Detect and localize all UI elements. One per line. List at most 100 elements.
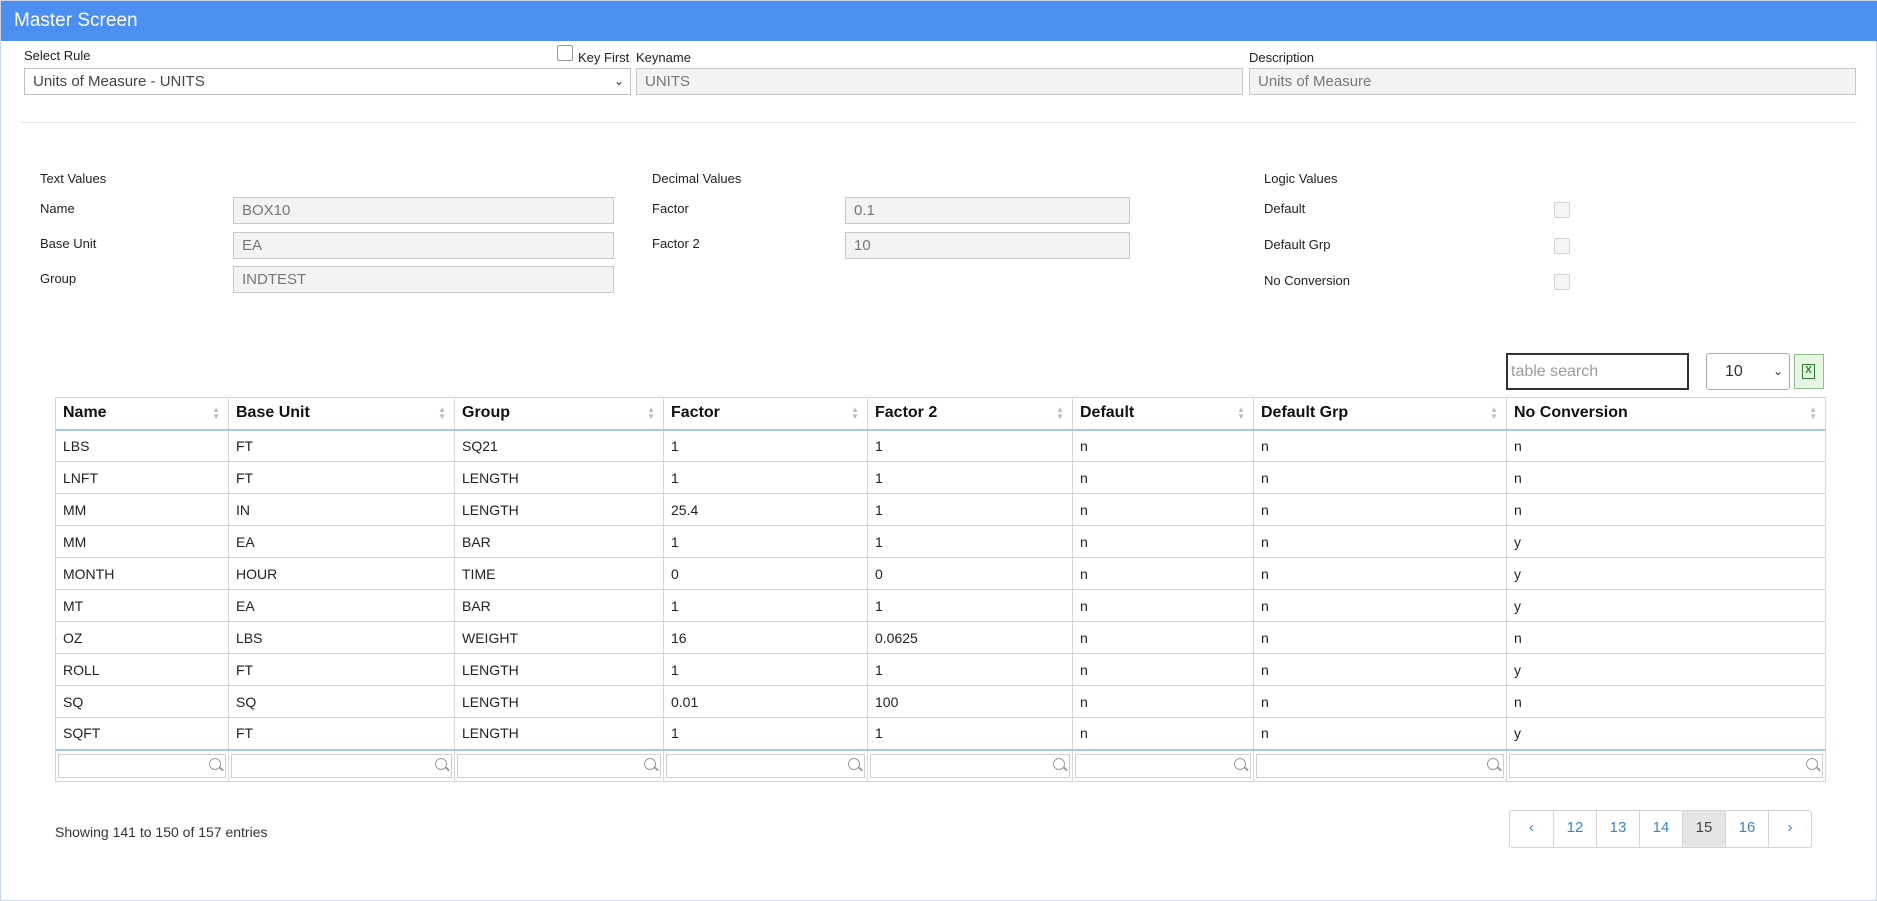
table-header-row: Name ▲ ▼ Base Unit ▲ ▼ Group ▲ ▼ Factor ▲ ▼ Fact… <box>55 397 1826 431</box>
table-cell: n <box>1253 685 1507 718</box>
master-screen-window: Master Screen Select Rule Units of Measu… <box>0 0 1877 901</box>
page-size-value: 10 <box>1725 363 1743 380</box>
column-header-no-conversion[interactable]: No Conversion ▲ ▼ <box>1506 397 1826 431</box>
table-cell: n <box>1072 429 1254 462</box>
column-header-default[interactable]: Default ▲ ▼ <box>1072 397 1254 431</box>
title-bar: Master Screen <box>1 1 1877 41</box>
table-row[interactable]: MT EA BAR 1 1 n n y <box>55 589 1826 622</box>
sort-icon: ▲ ▼ <box>647 405 655 421</box>
column-header-label: Default Grp <box>1261 404 1349 422</box>
table-cell: n <box>1072 557 1254 590</box>
table-cell: n <box>1253 429 1507 462</box>
base-unit-field[interactable]: EA <box>233 232 614 259</box>
table-cell: 1 <box>663 429 868 462</box>
select-rule-dropdown[interactable]: Units of Measure - UNITS ⌄ <box>24 68 631 95</box>
column-filter-input[interactable] <box>1075 753 1251 778</box>
table-row[interactable]: MM EA BAR 1 1 n n y <box>55 525 1826 558</box>
table-cell: 1 <box>867 653 1073 686</box>
column-header-label: Group <box>462 404 510 422</box>
table-cell: n <box>1072 525 1254 558</box>
divider <box>21 122 1857 123</box>
table-cell: FT <box>228 461 455 494</box>
column-filter-cell <box>1253 748 1507 782</box>
next-page-button[interactable]: › <box>1768 811 1811 847</box>
table-cell: n <box>1072 685 1254 718</box>
page-button[interactable]: 13 <box>1596 811 1639 847</box>
column-header-name[interactable]: Name ▲ ▼ <box>55 397 229 431</box>
table-cell: n <box>1253 461 1507 494</box>
table-cell: LENGTH <box>454 653 664 686</box>
page-button[interactable]: 14 <box>1639 811 1682 847</box>
column-header-group[interactable]: Group ▲ ▼ <box>454 397 664 431</box>
table-cell: y <box>1506 717 1826 750</box>
column-header-factor[interactable]: Factor ▲ ▼ <box>663 397 868 431</box>
default-label: Default <box>1264 201 1306 216</box>
table-row[interactable]: MONTH HOUR TIME 0 0 n n y <box>55 557 1826 590</box>
description-field[interactable]: Units of Measure <box>1249 68 1856 95</box>
chevron-down-icon: ⌄ <box>1772 364 1783 378</box>
table-row[interactable]: LBS FT SQ21 1 1 n n n <box>55 429 1826 462</box>
prev-page-button[interactable]: ‹ <box>1510 811 1553 847</box>
table-cell: LBS <box>228 621 455 654</box>
table-row[interactable]: SQ SQ LENGTH 0.01 100 n n n <box>55 685 1826 718</box>
column-filter-input[interactable] <box>58 753 226 778</box>
group-field[interactable]: INDTEST <box>233 266 614 293</box>
table-cell: 0 <box>663 557 868 590</box>
keyname-field[interactable]: UNITS <box>636 68 1243 95</box>
table-cell: 1 <box>867 525 1073 558</box>
column-header-factor2[interactable]: Factor 2 ▲ ▼ <box>867 397 1073 431</box>
page-button[interactable]: 15 <box>1682 811 1725 847</box>
excel-export-button[interactable]: X <box>1794 354 1824 389</box>
text-values-heading: Text Values <box>40 171 107 186</box>
name-field[interactable]: BOX10 <box>233 197 614 224</box>
table-row[interactable]: SQFT FT LENGTH 1 1 n n y <box>55 717 1826 750</box>
sort-icon: ▲ ▼ <box>438 405 446 421</box>
table-cell: OZ <box>55 621 229 654</box>
table-cell: LENGTH <box>454 461 664 494</box>
default-checkbox[interactable] <box>1554 202 1570 218</box>
page-size-select[interactable]: 10 ⌄ <box>1706 353 1790 390</box>
table-cell: n <box>1072 493 1254 526</box>
column-filter-input[interactable] <box>870 753 1070 778</box>
table-search-input[interactable]: table search <box>1506 353 1689 390</box>
column-filter-input[interactable] <box>457 753 661 778</box>
table-cell: n <box>1253 525 1507 558</box>
table-cell: SQFT <box>55 717 229 750</box>
default-grp-checkbox[interactable] <box>1554 238 1570 254</box>
select-rule-value: Units of Measure - UNITS <box>33 73 205 90</box>
column-header-base-unit[interactable]: Base Unit ▲ ▼ <box>228 397 455 431</box>
column-header-default-grp[interactable]: Default Grp ▲ ▼ <box>1253 397 1507 431</box>
sort-icon: ▲ ▼ <box>1056 405 1064 421</box>
column-filter-input[interactable] <box>1256 753 1504 778</box>
factor-field[interactable]: 0.1 <box>845 197 1130 224</box>
table-row[interactable]: OZ LBS WEIGHT 16 0.0625 n n n <box>55 621 1826 654</box>
table-cell: 1 <box>663 653 868 686</box>
column-filter-input[interactable] <box>666 753 865 778</box>
pagination: ‹ 12 13 14 15 16 › <box>1509 810 1812 848</box>
key-first-checkbox[interactable] <box>557 45 573 61</box>
table-row[interactable]: ROLL FT LENGTH 1 1 n n y <box>55 653 1826 686</box>
table-cell: 1 <box>663 461 868 494</box>
table-cell: n <box>1253 493 1507 526</box>
no-conversion-checkbox[interactable] <box>1554 274 1570 290</box>
page-button[interactable]: 12 <box>1553 811 1596 847</box>
table-cell: 0 <box>867 557 1073 590</box>
column-filter-input[interactable] <box>1509 753 1823 778</box>
table-cell: SQ21 <box>454 429 664 462</box>
table-cell: n <box>1072 461 1254 494</box>
column-header-label: Factor <box>671 404 720 422</box>
page-button[interactable]: 16 <box>1725 811 1768 847</box>
table-cell: n <box>1253 621 1507 654</box>
decimal-values-heading: Decimal Values <box>652 171 742 186</box>
table-cell: MONTH <box>55 557 229 590</box>
table-cell: 1 <box>663 525 868 558</box>
table-row[interactable]: LNFT FT LENGTH 1 1 n n n <box>55 461 1826 494</box>
table-cell: 1 <box>867 461 1073 494</box>
column-filter-input[interactable] <box>231 753 452 778</box>
table-cell: 1 <box>867 717 1073 750</box>
factor2-field[interactable]: 10 <box>845 232 1130 259</box>
chevron-down-icon: ⌄ <box>613 74 624 88</box>
search-icon <box>1234 757 1246 770</box>
table-row[interactable]: MM IN LENGTH 25.4 1 n n n <box>55 493 1826 526</box>
table-cell: 0.0625 <box>867 621 1073 654</box>
